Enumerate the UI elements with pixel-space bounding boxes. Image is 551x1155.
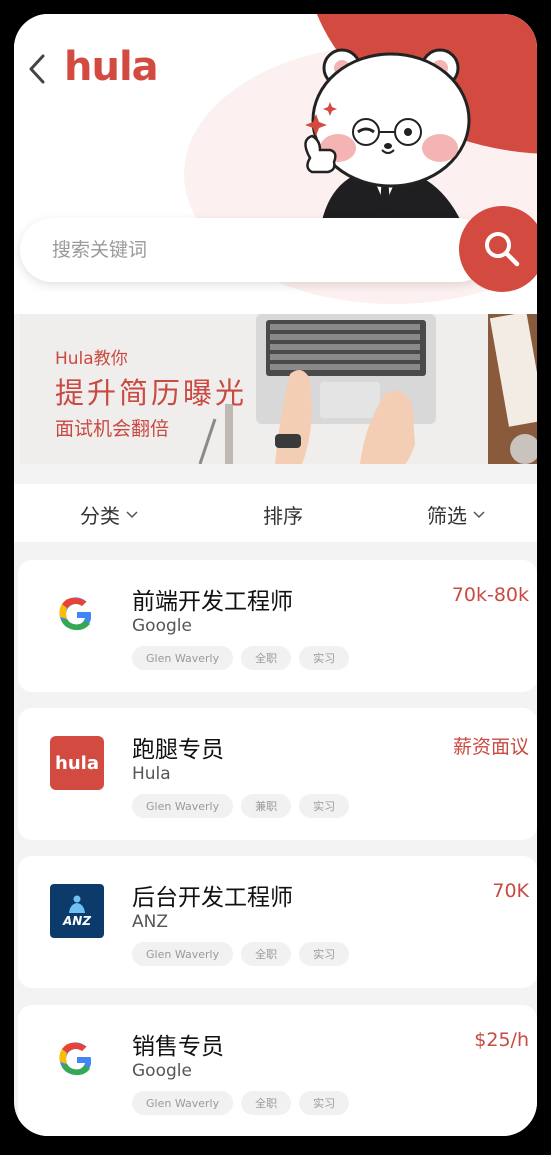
job-card[interactable]: 销售专员 Google $25/h Glen Waverly 全职 实习 <box>18 1005 537 1136</box>
promo-banner[interactable]: Hula教你 提升简历曝光 面试机会翻倍 <box>20 314 537 464</box>
category-filter-label: 分类 <box>80 504 120 528</box>
job-type-tag: 全职 <box>241 1091 292 1115</box>
job-card[interactable]: 前端开发工程师 Google 70k-80k Glen Waverly 全职 实… <box>18 560 537 692</box>
search-bar[interactable] <box>20 218 490 282</box>
salary: 薪资面议 <box>452 736 529 758</box>
back-button[interactable] <box>22 52 52 86</box>
phone-screen: hula 搜索关键词 Hula教你 提升简历曝光 面试机会翻倍 分类 排序 筛选… <box>14 14 537 1136</box>
internship-tag: 实习 <box>299 942 350 966</box>
job-title: 前端开发工程师 <box>132 589 293 615</box>
job-title: 后台开发工程师 <box>132 885 293 911</box>
location-tag: Glen Waverly <box>132 942 234 966</box>
filter-button[interactable]: 筛选 <box>427 500 485 529</box>
company-name: ANZ <box>132 912 168 932</box>
job-tags: Glen Waverly 兼职 实习 <box>132 794 350 818</box>
search-icon <box>485 232 520 267</box>
sort-label: 排序 <box>263 504 303 528</box>
salary: $25/h <box>474 1029 529 1051</box>
google-logo <box>50 588 104 642</box>
google-logo <box>50 1033 104 1087</box>
job-type-tag: 兼职 <box>241 794 292 818</box>
company-name: Google <box>132 1061 192 1081</box>
google-icon <box>59 597 91 631</box>
location-tag: Glen Waverly <box>132 794 234 818</box>
search-button[interactable] <box>459 206 537 292</box>
hula-logo-text: hula <box>55 752 99 774</box>
filter-label: 筛选 <box>427 504 467 528</box>
job-tags: Glen Waverly 全职 实习 <box>132 942 350 966</box>
company-name: Hula <box>132 764 171 784</box>
bear-mascot-illustration <box>304 48 471 230</box>
job-card[interactable]: hula 跑腿专员 Hula 薪资面议 Glen Waverly 兼职 实习 <box>18 708 537 840</box>
anz-person-icon <box>69 895 85 913</box>
company-name: Google <box>132 616 192 636</box>
job-tags: Glen Waverly 全职 实习 <box>132 1091 350 1115</box>
anz-company-logo: ANZ <box>50 884 104 938</box>
salary: 70K <box>492 880 529 902</box>
job-type-tag: 全职 <box>241 646 292 670</box>
category-filter[interactable]: 分类 <box>80 500 138 529</box>
internship-tag: 实习 <box>299 646 350 670</box>
sort-button[interactable]: 排序 <box>263 500 303 529</box>
search-input[interactable] <box>52 239 432 261</box>
anz-logo-text: ANZ <box>62 914 92 928</box>
banner-line3: 面试机会翻倍 <box>55 418 170 440</box>
salary: 70k-80k <box>451 584 529 606</box>
hula-company-logo: hula <box>50 736 104 790</box>
location-tag: Glen Waverly <box>132 646 234 670</box>
internship-tag: 实习 <box>299 794 350 818</box>
location-tag: Glen Waverly <box>132 1091 234 1115</box>
filter-bar: 分类 排序 筛选 <box>14 484 537 542</box>
banner-line2: 提升简历曝光 <box>55 376 248 410</box>
chevron-down-icon <box>126 510 138 518</box>
google-icon <box>59 1042 91 1076</box>
job-type-tag: 全职 <box>241 942 292 966</box>
job-title: 销售专员 <box>132 1034 224 1060</box>
hula-logo: hula <box>64 44 159 90</box>
banner-line1: Hula教你 <box>55 349 128 369</box>
job-title: 跑腿专员 <box>132 737 224 763</box>
chevron-left-icon <box>29 54 45 84</box>
internship-tag: 实习 <box>299 1091 350 1115</box>
job-card[interactable]: ANZ 后台开发工程师 ANZ 70K Glen Waverly 全职 实习 <box>18 856 537 988</box>
job-tags: Glen Waverly 全职 实习 <box>132 646 350 670</box>
chevron-down-icon <box>473 510 485 518</box>
